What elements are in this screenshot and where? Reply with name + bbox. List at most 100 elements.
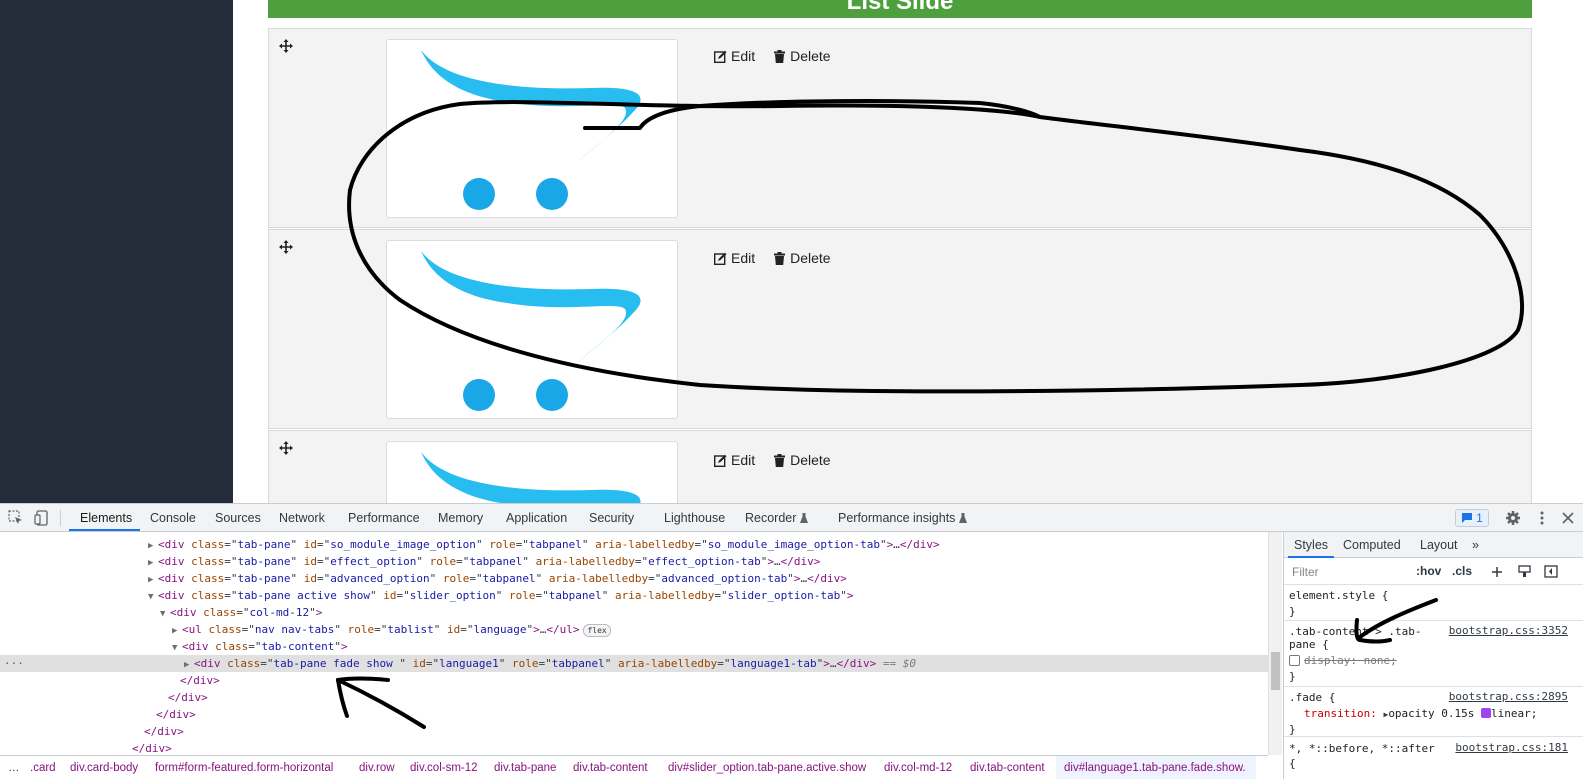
tab-memory[interactable]: Memory <box>438 511 483 525</box>
inspect-element-icon[interactable] <box>8 510 24 526</box>
close-icon[interactable] <box>1560 510 1576 526</box>
move-handle-icon[interactable] <box>279 39 293 53</box>
device-toolbar-icon[interactable] <box>34 510 50 526</box>
code-token: > <box>846 589 854 602</box>
active-tab-indicator <box>69 529 140 531</box>
element-style-selector: element.style { <box>1289 589 1389 602</box>
breadcrumb-overflow[interactable]: … <box>8 762 20 774</box>
main-content: List Slide Edit Delete Edit Delete Edit … <box>233 0 1583 503</box>
code-token: " <box>290 538 304 551</box>
breadcrumb-item-selected[interactable]: div#language1.tab-pane.fade.show. <box>1064 762 1246 774</box>
code-token: " <box>429 572 443 585</box>
breadcrumb-item[interactable]: div.col-sm-12 <box>410 762 478 774</box>
slide-thumbnail <box>386 240 678 419</box>
breadcrumb-item[interactable]: div.col-md-12 <box>884 762 952 774</box>
breadcrumb-item[interactable]: form#form-featured.form-horizontal <box>155 762 333 774</box>
edit-button[interactable]: Edit <box>714 250 755 266</box>
delete-button[interactable]: Delete <box>773 48 831 64</box>
code-token: =" <box>374 623 388 636</box>
elements-scrollbar[interactable] <box>1268 532 1282 755</box>
delete-button[interactable]: Delete <box>773 250 831 266</box>
rule2-source-link[interactable]: bootstrap.css:2895 <box>1449 690 1568 703</box>
edit-button[interactable]: Edit <box>714 452 755 468</box>
tab-console[interactable]: Console <box>150 511 196 525</box>
dom-tree-node[interactable]: ▼ <div class="tab-pane active show" id="s… <box>0 587 1268 604</box>
code-token: tab-pane <box>237 572 291 585</box>
tab-layout[interactable]: Layout <box>1420 538 1458 552</box>
code-token: slider_option-tab <box>727 589 841 602</box>
dom-tree-node[interactable]: ▼ <div class="tab-content"> <box>0 638 1268 655</box>
transition-tail: linear; <box>1491 707 1538 720</box>
tab-network[interactable]: Network <box>279 511 325 525</box>
flex-badge[interactable]: flex <box>583 624 611 637</box>
node-actions-ellipsis[interactable]: ··· <box>4 655 24 672</box>
code-token: tab-content <box>261 640 335 653</box>
slide-thumbnail <box>386 39 678 218</box>
dom-tree-node[interactable]: </div> <box>0 723 1268 740</box>
delete-button[interactable]: Delete <box>773 452 831 468</box>
dom-tree-node[interactable]: ▶ <ul class="nav nav-tabs" role="tablist"… <box>0 621 1268 638</box>
code-token: =" <box>224 538 238 551</box>
code-token: " <box>498 657 512 670</box>
breadcrumb-item[interactable]: div.tab-content <box>573 762 648 774</box>
code-token: " <box>369 589 384 602</box>
tab-lighthouse[interactable]: Lighthouse <box>664 511 725 525</box>
rule1-source-link[interactable]: bootstrap.css:3352 <box>1449 624 1568 637</box>
scrollbar-thumb[interactable] <box>1271 652 1280 690</box>
tab-styles[interactable]: Styles <box>1294 538 1328 552</box>
paint-brush-icon[interactable] <box>1518 565 1531 578</box>
slide-row: Edit Delete <box>268 28 1532 228</box>
breadcrumb-item[interactable]: div#slider_option.tab-pane.active.show <box>668 762 866 774</box>
move-handle-icon[interactable] <box>279 441 293 455</box>
dom-tree-node[interactable]: </div> <box>0 706 1268 723</box>
code-token: id <box>446 623 461 636</box>
cls-toggle[interactable]: .cls <box>1452 564 1472 578</box>
property-checkbox[interactable] <box>1289 655 1300 666</box>
tab-elements[interactable]: Elements <box>80 511 132 525</box>
code-token: =" <box>425 657 440 670</box>
dom-tree-node[interactable]: ▶ <div class="tab-pane fade show " id="la… <box>0 655 1268 672</box>
more-options-icon[interactable] <box>1534 510 1550 526</box>
dom-tree-node[interactable]: </div> <box>0 689 1268 706</box>
code-token: =" <box>714 589 728 602</box>
dom-breadcrumb: … .card div.card-body form#form-featured… <box>0 755 1268 779</box>
code-token: language1-tab <box>730 657 817 670</box>
issues-badge[interactable]: 1 <box>1455 509 1489 527</box>
rule3-source-link[interactable]: bootstrap.css:181 <box>1455 741 1568 754</box>
dom-tree-node[interactable]: </div> <box>0 672 1268 689</box>
new-rule-plus-icon[interactable] <box>1491 566 1503 578</box>
code-token: " <box>879 538 887 551</box>
code-token: </div> <box>836 657 877 670</box>
easing-editor-icon[interactable] <box>1481 708 1492 718</box>
breadcrumb-item[interactable]: div.card-body <box>70 762 138 774</box>
tab-performance[interactable]: Performance <box>348 511 420 525</box>
styles-filter-input[interactable]: Filter <box>1292 565 1319 579</box>
hov-toggle[interactable]: :hov <box>1416 564 1441 578</box>
tab-security[interactable]: Security <box>589 511 634 525</box>
move-handle-icon[interactable] <box>279 240 293 254</box>
dom-node-text: </div> <box>180 672 220 689</box>
breadcrumb-item[interactable]: div.tab-pane <box>494 762 556 774</box>
breadcrumb-item[interactable]: .card <box>30 762 56 774</box>
tab-computed[interactable]: Computed <box>1343 538 1401 552</box>
dom-tree-node[interactable]: ▶ <div class="tab-pane" id="so_module_ima… <box>0 536 1268 553</box>
transition-property-name[interactable]: transition: <box>1304 707 1377 720</box>
edit-button[interactable]: Edit <box>714 48 755 64</box>
dom-tree-node[interactable]: ▶ <div class="tab-pane" id="advanced_opti… <box>0 570 1268 587</box>
rule-close-brace: } <box>1289 670 1296 683</box>
settings-gear-icon[interactable] <box>1505 510 1521 526</box>
tab-recorder[interactable]: Recorder <box>745 511 809 525</box>
tab-performance-insights[interactable]: Performance insights <box>838 511 968 525</box>
breadcrumb-item[interactable]: div.tab-content <box>970 762 1045 774</box>
dom-tree-node[interactable]: ▼ <div class="col-md-12"> <box>0 604 1268 621</box>
tab-sources[interactable]: Sources <box>215 511 261 525</box>
tab-application[interactable]: Application <box>506 511 567 525</box>
display-none-declaration[interactable]: display: none; <box>1304 654 1397 667</box>
dom-tree-node[interactable]: ▶ <div class="tab-pane" id="effect_option… <box>0 553 1268 570</box>
more-tabs-chevron-icon[interactable]: » <box>1472 538 1479 552</box>
dom-tree-node[interactable]: </div> <box>0 740 1268 755</box>
toggle-sidebar-icon[interactable] <box>1544 565 1558 578</box>
transition-value[interactable]: opacity 0.15s <box>1388 707 1474 720</box>
breadcrumb-item[interactable]: div.row <box>359 762 395 774</box>
code-token: " <box>522 555 536 568</box>
